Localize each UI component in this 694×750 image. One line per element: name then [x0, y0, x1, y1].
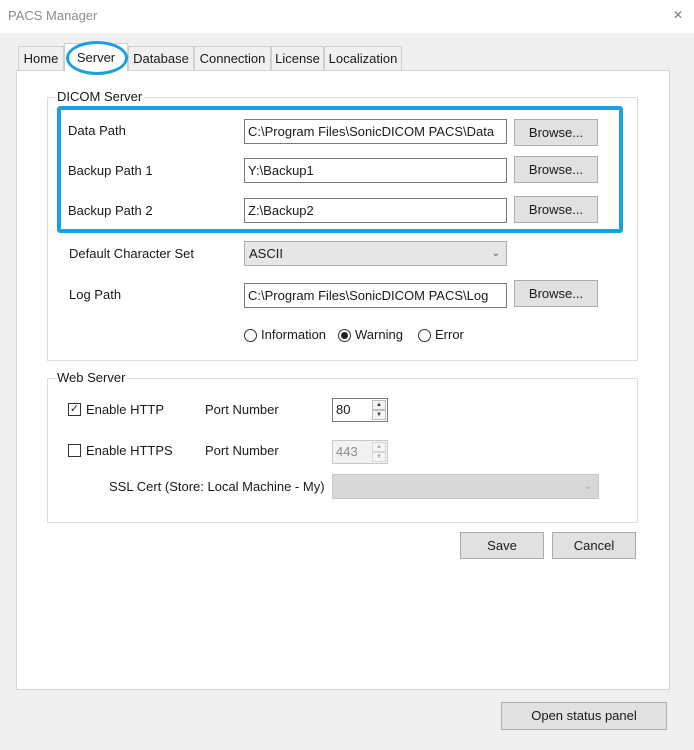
data-path-input[interactable]: C:\Program Files\SonicDICOM PACS\Data	[244, 119, 507, 144]
log-level-information-label[interactable]: Information	[261, 327, 326, 343]
chevron-down-icon: ⌄	[583, 481, 592, 492]
log-level-error-label[interactable]: Error	[435, 327, 464, 343]
backup-path-2-input[interactable]: Z:\Backup2	[244, 198, 507, 223]
log-path-label: Log Path	[69, 287, 122, 302]
spin-down-icon[interactable]: ▼	[372, 410, 386, 420]
log-level-error-radio[interactable]	[418, 329, 431, 342]
dicom-server-group: DICOM Server Data Path C:\Program Files\…	[47, 89, 638, 361]
web-server-group: Web Server ✓ Enable HTTP Port Number 80 …	[47, 370, 638, 523]
ssl-cert-label: SSL Cert (Store: Local Machine - My)	[109, 479, 325, 494]
ssl-cert-select[interactable]: ⌄	[332, 474, 599, 499]
default-character-set-value: ASCII	[249, 246, 283, 261]
backup-path-1-input[interactable]: Y:\Backup1	[244, 158, 507, 183]
tab-home[interactable]: Home	[18, 46, 64, 71]
data-path-label: Data Path	[68, 123, 126, 138]
http-port-stepper[interactable]: 80 ▲ ▼	[332, 398, 388, 422]
default-character-set-select[interactable]: ASCII ⌄	[244, 241, 507, 266]
log-level-warning-radio[interactable]	[338, 329, 351, 342]
backup-path-1-label: Backup Path 1	[68, 163, 153, 178]
backup-path-1-browse-button[interactable]: Browse...	[514, 156, 598, 183]
close-icon[interactable]: ✕	[668, 6, 688, 24]
log-path-browse-button[interactable]: Browse...	[514, 280, 598, 307]
log-level-warning-label[interactable]: Warning	[355, 327, 403, 343]
backup-path-2-browse-button[interactable]: Browse...	[514, 196, 598, 223]
tab-license[interactable]: License	[271, 46, 324, 71]
title-bar: PACS Manager ✕	[0, 0, 694, 33]
tab-connection[interactable]: Connection	[194, 46, 271, 71]
server-settings-panel: DICOM Server Data Path C:\Program Files\…	[16, 70, 670, 690]
http-port-value: 80	[336, 402, 351, 417]
https-port-label: Port Number	[205, 443, 279, 458]
log-level-information-radio[interactable]	[244, 329, 257, 342]
enable-https-checkbox[interactable]	[68, 444, 81, 457]
open-status-panel-button[interactable]: Open status panel	[501, 702, 667, 730]
https-port-value: 443	[336, 444, 358, 459]
spin-up-icon[interactable]: ▲	[372, 442, 386, 452]
chevron-down-icon: ⌄	[491, 248, 500, 259]
default-character-set-label: Default Character Set	[69, 246, 195, 261]
backup-path-2-label: Backup Path 2	[68, 203, 153, 218]
web-server-group-title: Web Server	[55, 370, 128, 385]
http-port-label: Port Number	[205, 402, 279, 417]
save-button[interactable]: Save	[460, 532, 544, 559]
tab-database[interactable]: Database	[128, 46, 194, 71]
https-port-stepper[interactable]: 443 ▲ ▼	[332, 440, 388, 464]
tab-server[interactable]: Server	[64, 43, 128, 71]
tab-localization[interactable]: Localization	[324, 46, 402, 71]
enable-https-label[interactable]: Enable HTTPS	[86, 443, 173, 459]
cancel-button[interactable]: Cancel	[552, 532, 636, 559]
spin-down-icon[interactable]: ▼	[372, 452, 386, 462]
data-path-browse-button[interactable]: Browse...	[514, 119, 598, 146]
enable-http-label[interactable]: Enable HTTP	[86, 402, 164, 418]
enable-http-checkbox[interactable]: ✓	[68, 403, 81, 416]
log-path-input[interactable]: C:\Program Files\SonicDICOM PACS\Log	[244, 283, 507, 308]
dicom-server-group-title: DICOM Server	[55, 89, 145, 104]
spin-up-icon[interactable]: ▲	[372, 400, 386, 410]
window-title: PACS Manager	[8, 8, 98, 23]
